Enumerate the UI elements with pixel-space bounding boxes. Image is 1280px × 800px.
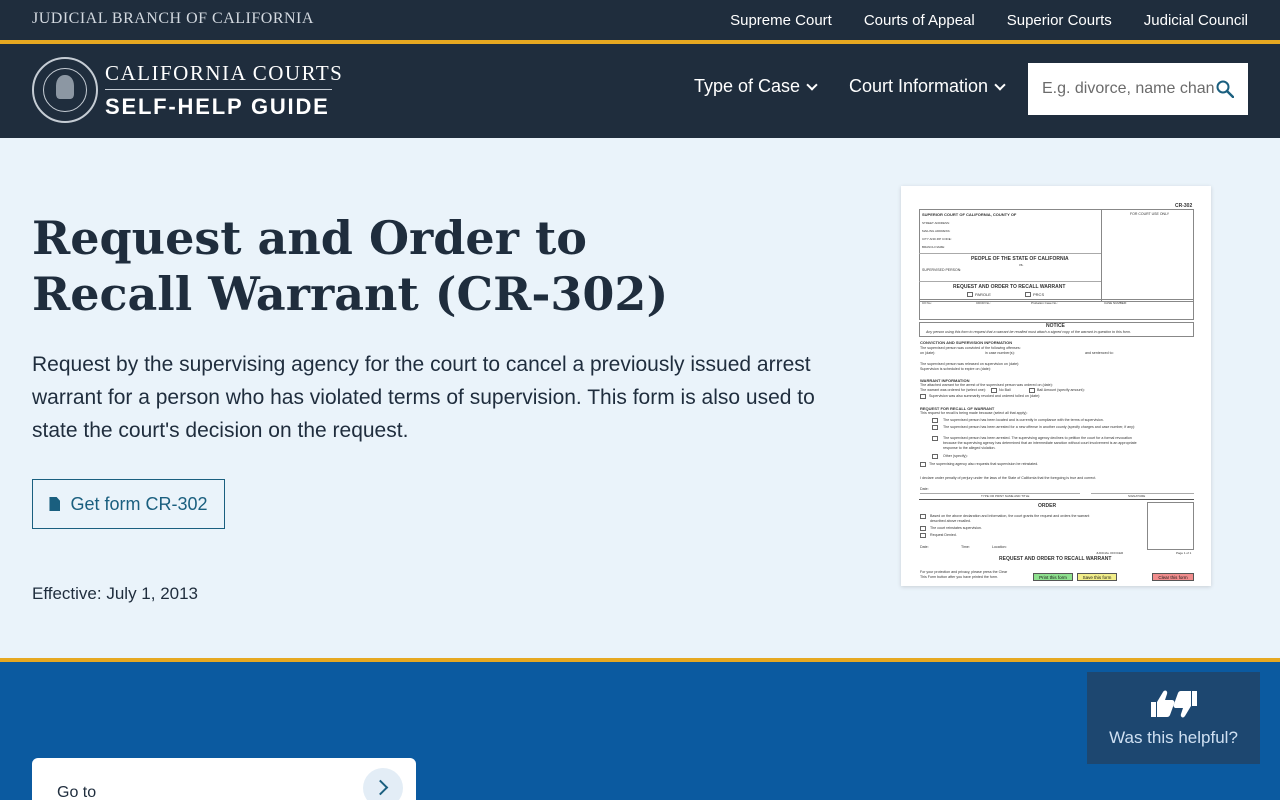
thumbs-up-down-icon (1151, 690, 1199, 718)
top-link-judicial-council[interactable]: Judicial Council (1144, 12, 1248, 29)
main-header: CALIFORNIA COURTS SELF-HELP GUIDE Type o… (0, 44, 1280, 138)
get-form-label: Get form CR-302 (70, 493, 208, 514)
was-this-helpful-label: Was this helpful? (1109, 728, 1238, 747)
chevron-down-icon (994, 78, 1006, 91)
nav-court-information-label: Court Information (849, 76, 989, 96)
page-title: Request and Order to Recall Warrant (CR-… (32, 211, 669, 321)
get-form-button[interactable]: Get form CR-302 (32, 479, 225, 529)
top-links: Supreme Court Courts of Appeal Superior … (730, 0, 1248, 40)
nav-court-information[interactable]: Court Information (849, 76, 1006, 97)
chevron-right-icon (372, 779, 389, 796)
top-link-supreme-court[interactable]: Supreme Court (730, 12, 832, 29)
search-input[interactable] (1028, 63, 1248, 115)
goto-button[interactable] (363, 768, 403, 800)
file-icon (49, 497, 61, 511)
search-icon[interactable] (1216, 80, 1234, 98)
chevron-down-icon (806, 78, 818, 91)
form-preview-thumbnail[interactable]: CR-302 SUPERIOR COURT OF CALIFORNIA, COU… (901, 186, 1211, 586)
page-description: Request by the supervising agency for th… (32, 353, 815, 442)
nav-type-of-case-label: Type of Case (694, 76, 801, 96)
judicial-branch-brand[interactable]: JUDICIAL BRANCH OF CALIFORNIA (32, 10, 314, 28)
top-bar: JUDICIAL BRANCH OF CALIFORNIA Supreme Co… (0, 0, 1280, 40)
nav-type-of-case[interactable]: Type of Case (694, 76, 818, 97)
judicial-council-seal-icon[interactable] (32, 57, 98, 123)
goto-label: Go to (57, 784, 97, 800)
logo-subtitle[interactable]: SELF-HELP GUIDE (105, 94, 330, 120)
effective-date: Effective: July 1, 2013 (32, 584, 199, 603)
goto-card[interactable]: Go to (32, 758, 416, 800)
logo-rule (105, 89, 332, 90)
logo-title[interactable]: CALIFORNIA COURTS (105, 61, 343, 86)
top-link-superior-courts[interactable]: Superior Courts (1007, 12, 1112, 29)
top-link-courts-of-appeal[interactable]: Courts of Appeal (864, 12, 975, 29)
search-box (1028, 63, 1248, 115)
footer-section: Go to Was this helpful? (0, 662, 1280, 800)
was-this-helpful-button[interactable]: Was this helpful? (1087, 672, 1260, 764)
